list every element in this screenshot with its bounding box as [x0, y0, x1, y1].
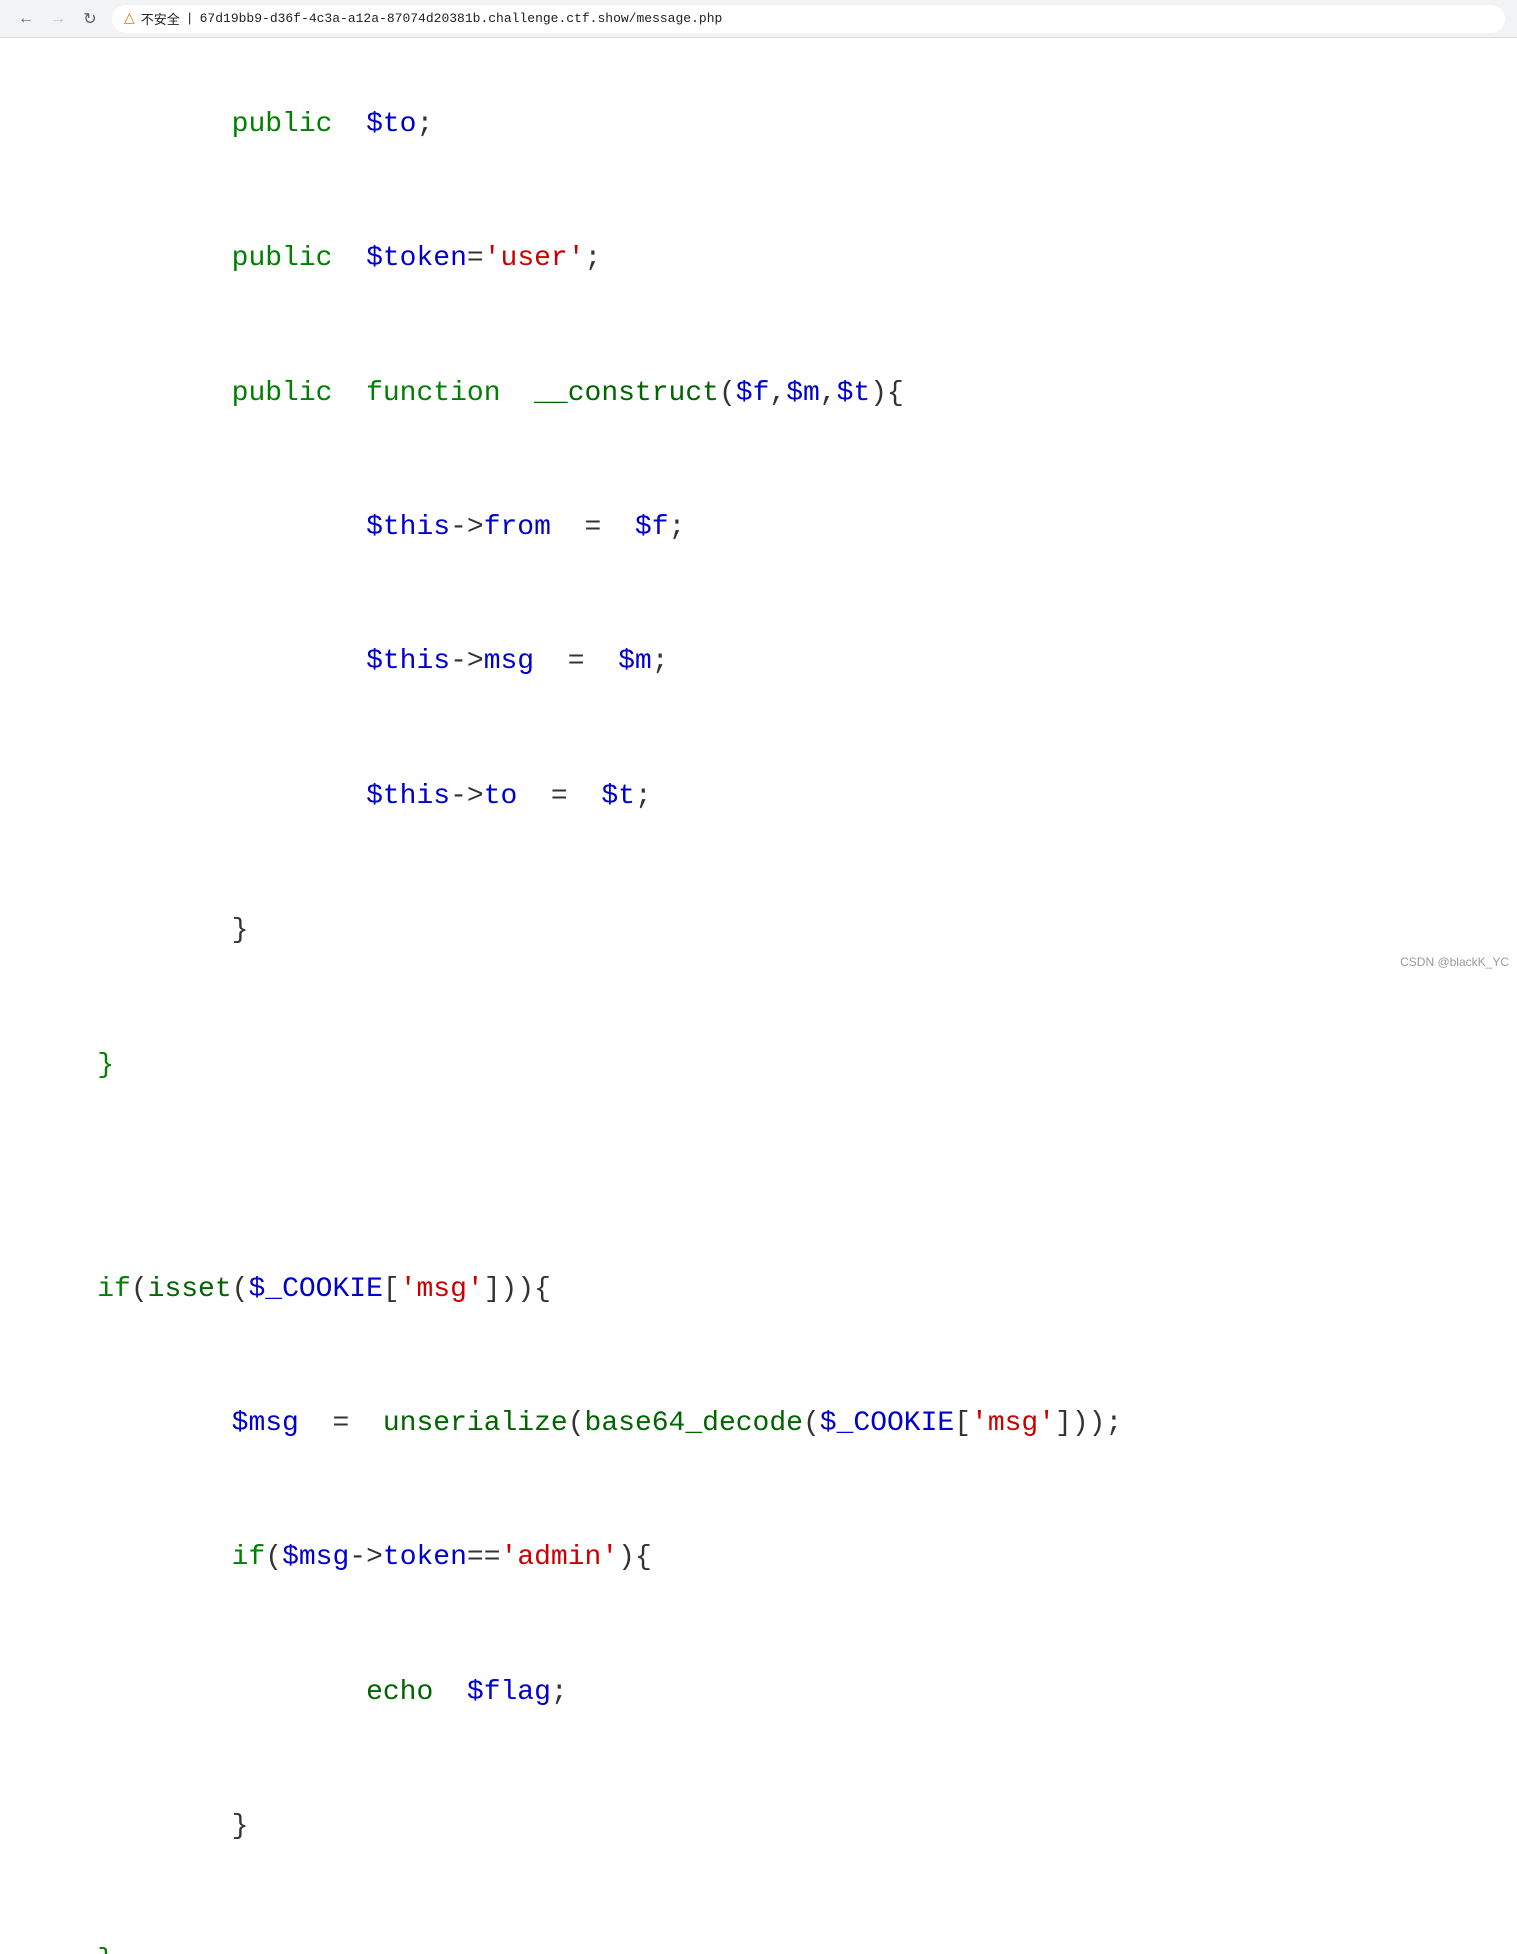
forward-button[interactable]: →	[44, 5, 72, 33]
watermark: CSDN @blackK_YC	[1400, 955, 1509, 969]
back-button[interactable]: ←	[12, 5, 40, 33]
security-label: 不安全	[141, 9, 180, 28]
code-line-3: public function __construct($f,$m,$t){	[30, 327, 1517, 461]
security-warning-icon: △	[124, 10, 135, 27]
this-msg: $this	[366, 646, 450, 677]
code-line-14: echo $flag;	[30, 1626, 1517, 1760]
var-to: $to	[366, 109, 416, 140]
param-f: $f	[736, 378, 770, 409]
address-bar[interactable]: △ 不安全 | 67d19bb9-d36f-4c3a-a12a-87074d20…	[112, 5, 1505, 33]
val-t: $t	[601, 781, 635, 812]
code-line-15: }	[30, 1760, 1517, 1894]
fn-unserialize: unserialize	[383, 1408, 568, 1439]
kw-if-2: if	[232, 1542, 266, 1573]
prop-msg: msg	[484, 646, 534, 677]
code-line-9	[30, 1133, 1517, 1178]
kw-echo: echo	[366, 1677, 433, 1708]
url-text: 67d19bb9-d36f-4c3a-a12a-87074d20381b.cha…	[200, 11, 723, 26]
msg-token: $msg	[282, 1542, 349, 1573]
separator: |	[186, 11, 194, 26]
code-line-2: public $token='user';	[30, 192, 1517, 326]
reload-button[interactable]: ↻	[76, 5, 104, 33]
val-f: $f	[635, 512, 669, 543]
code-line-6: $this->to = $t;	[30, 730, 1517, 864]
param-m: $m	[786, 378, 820, 409]
browser-chrome: ← → ↻ △ 不安全 | 67d19bb9-d36f-4c3a-a12a-87…	[0, 0, 1517, 38]
code-line-1: public $to;	[30, 58, 1517, 192]
var-cookie-2: $_COOKIE	[820, 1408, 954, 1439]
fn-base64decode: base64_decode	[585, 1408, 803, 1439]
kw-function: function	[366, 378, 500, 409]
code-line-8: }	[30, 999, 1517, 1133]
fn-isset: isset	[148, 1274, 232, 1305]
kw-public-2: public	[97, 243, 332, 274]
val-m: $m	[618, 646, 652, 677]
code-line-12: $msg = unserialize(base64_decode($_COOKI…	[30, 1357, 1517, 1491]
fn-construct: __construct	[534, 378, 719, 409]
code-line-4: $this->from = $f;	[30, 461, 1517, 595]
var-token: $token	[366, 243, 467, 274]
param-t: $t	[837, 378, 871, 409]
closing-brace-if: }	[97, 1945, 114, 1954]
str-admin: 'admin'	[501, 1542, 619, 1573]
this-from: $this	[366, 512, 450, 543]
str-msg-1: 'msg'	[400, 1274, 484, 1305]
this-to: $this	[366, 781, 450, 812]
code-line-13: if($msg->token=='admin'){	[30, 1492, 1517, 1626]
closing-brace-class: }	[97, 1050, 114, 1081]
var-flag: $flag	[467, 1677, 551, 1708]
var-msg: $msg	[232, 1408, 299, 1439]
code-line-7: }	[30, 864, 1517, 998]
kw-if: if	[97, 1274, 131, 1305]
prop-token: token	[383, 1542, 467, 1573]
code-line-16: }	[30, 1895, 1517, 1954]
code-display: public $to; public $token='user'; public…	[0, 38, 1517, 1954]
prop-from: from	[484, 512, 551, 543]
prop-to: to	[484, 781, 518, 812]
code-line-11: if(isset($_COOKIE['msg'])){	[30, 1223, 1517, 1357]
code-line-10	[30, 1178, 1517, 1223]
str-user: 'user'	[484, 243, 585, 274]
code-line-5: $this->msg = $m;	[30, 596, 1517, 730]
nav-buttons: ← → ↻	[12, 5, 104, 33]
var-cookie: $_COOKIE	[248, 1274, 382, 1305]
kw-public-3: public	[97, 378, 332, 409]
str-msg-2: 'msg'	[971, 1408, 1055, 1439]
kw-public-1: public	[97, 109, 332, 140]
